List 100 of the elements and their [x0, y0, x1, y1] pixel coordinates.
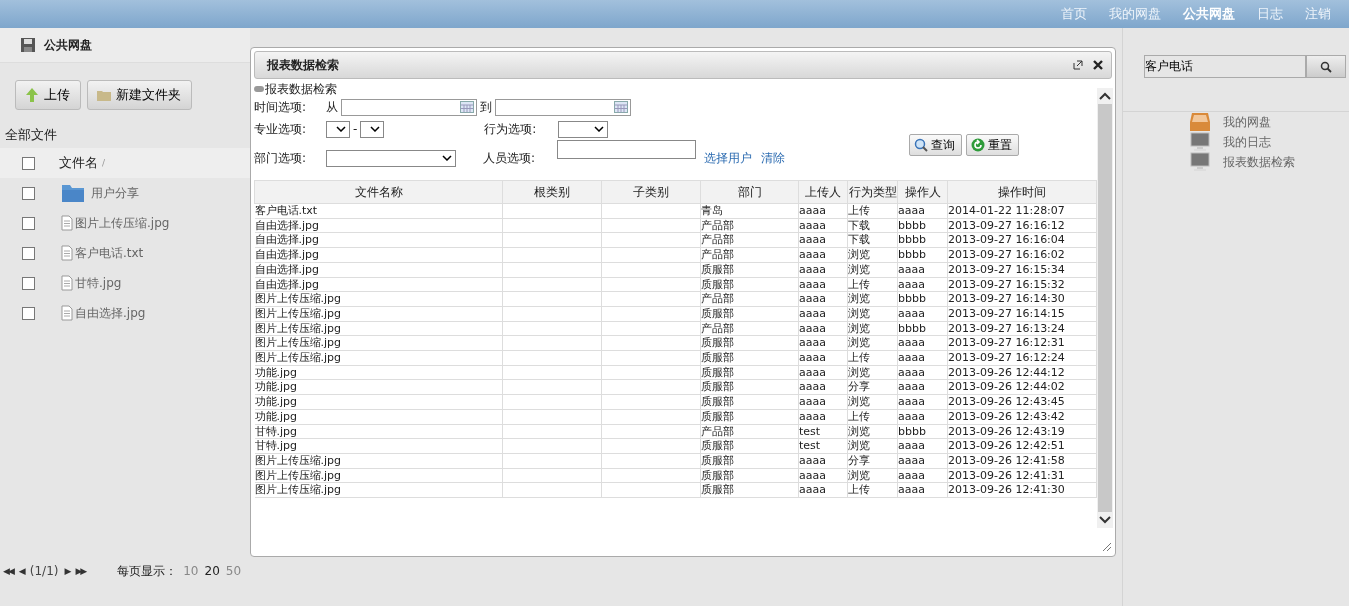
table-cell: 2013-09-26 12:41:58 [948, 453, 1065, 467]
select-all-checkbox[interactable] [22, 156, 35, 170]
page-size-link[interactable]: 20 [204, 564, 220, 578]
table-cell: aaaa [898, 204, 925, 217]
date-input[interactable] [495, 98, 631, 116]
dropdown[interactable] [360, 120, 385, 138]
table-cell: 2013-09-26 12:43:19 [948, 424, 1065, 438]
table-cell: 上传 [848, 351, 870, 365]
sidebar-link[interactable]: 我的日志 [1223, 133, 1272, 151]
search-icon [914, 138, 928, 152]
table-cell: 产品部 [701, 292, 734, 306]
table-cell: 客户电话.txt [254, 204, 318, 217]
column-header[interactable]: 操作人 [897, 180, 948, 204]
column-header[interactable]: 操作时间 [947, 180, 1097, 204]
row-checkbox[interactable] [22, 306, 35, 320]
dialog-title: 报表数据检索 [267, 56, 340, 74]
column-header[interactable]: 文件名称 [254, 180, 503, 204]
clear-link[interactable]: 清除 [761, 149, 785, 167]
row-checkbox[interactable] [22, 186, 35, 200]
table-cell: 自由选择.jpg [254, 262, 320, 276]
date-input[interactable] [341, 98, 477, 116]
column-header[interactable]: 根类别 [502, 180, 602, 204]
sidebar-link[interactable]: 我的网盘 [1223, 113, 1272, 131]
first-page-button[interactable]: ◀◀ [3, 566, 13, 576]
field-label: 部门选项: [254, 149, 308, 167]
file-name[interactable]: 自由选择.jpg [75, 304, 146, 322]
table-cell: aaaa [799, 248, 826, 262]
search-input[interactable]: 客户电话 [1144, 55, 1307, 78]
search-icon [1320, 60, 1333, 73]
table-cell: aaaa [898, 453, 925, 467]
file-name[interactable]: 图片上传压缩.jpg [75, 214, 170, 232]
inbox-icon [1189, 112, 1212, 132]
dropdown[interactable] [558, 120, 609, 138]
row-checkbox[interactable] [22, 246, 35, 260]
table-cell: bbbb [898, 321, 926, 335]
scroll-up-icon[interactable] [1099, 92, 1112, 100]
file-name[interactable]: 客户电话.txt [75, 244, 144, 262]
table-cell: aaaa [799, 292, 826, 306]
table-cell: aaaa [898, 483, 925, 497]
table-cell: 图片上传压缩.jpg [254, 292, 342, 306]
table-cell: 质服部 [701, 439, 734, 453]
last-page-button[interactable]: ▶▶ [75, 566, 86, 576]
table-cell: aaaa [898, 277, 925, 291]
file-name[interactable]: 甘特.jpg [75, 274, 122, 292]
chevron-down-icon [370, 126, 381, 132]
table-cell: 产品部 [701, 321, 734, 335]
column-header[interactable]: 部门 [700, 180, 799, 204]
column-header[interactable]: 文件名 [59, 154, 98, 172]
table-cell: test [799, 439, 821, 453]
table-cell: 产品部 [701, 233, 734, 247]
table-cell: 浏览 [848, 321, 870, 335]
next-page-button[interactable]: ▶ [64, 566, 70, 576]
table-cell: 质服部 [701, 380, 734, 394]
row-checkbox[interactable] [22, 216, 35, 230]
close-icon[interactable] [1093, 60, 1104, 70]
table-cell: 质服部 [701, 365, 734, 379]
reset-button[interactable]: 重置 [966, 134, 1019, 156]
table-cell: aaaa [799, 321, 826, 335]
table-cell: 质服部 [701, 395, 734, 409]
table-cell: 甘特.jpg [254, 439, 298, 453]
table-cell: 图片上传压缩.jpg [254, 336, 342, 350]
table-cell: 浏览 [848, 468, 870, 482]
table-cell: aaaa [799, 409, 826, 423]
previous-page-button[interactable]: ◀ [18, 566, 24, 576]
table-cell: 浏览 [848, 306, 870, 320]
column-header[interactable]: 行为类型 [847, 180, 898, 204]
field-label: 时间选项: [254, 98, 308, 116]
dropdown[interactable] [326, 120, 350, 138]
toolbar-button[interactable]: 新建文件夹 [87, 80, 192, 110]
row-checkbox[interactable] [22, 276, 35, 290]
dropdown[interactable] [326, 149, 456, 167]
table-cell: 自由选择.jpg [254, 277, 320, 291]
table-cell: 下载 [848, 233, 870, 247]
refresh-icon [971, 138, 985, 152]
table-cell: 产品部 [701, 218, 734, 232]
table-cell: 图片上传压缩.jpg [254, 351, 342, 365]
query-button[interactable]: 查询 [909, 134, 962, 156]
table-cell: 自由选择.jpg [254, 248, 320, 262]
column-header[interactable]: 子类别 [601, 180, 701, 204]
table-cell: 浏览 [848, 292, 870, 306]
table-cell: bbbb [898, 292, 926, 306]
scroll-down-icon[interactable] [1099, 516, 1112, 524]
document-icon [61, 245, 73, 261]
table-cell: 2013-09-26 12:44:02 [948, 380, 1065, 394]
table-cell: 图片上传压缩.jpg [254, 483, 342, 497]
sidebar-link[interactable]: 报表数据检索 [1223, 153, 1296, 171]
table-cell: 2014-01-22 11:28:07 [948, 204, 1065, 217]
table-cell: aaaa [799, 468, 826, 482]
column-header[interactable]: 上传人 [798, 180, 848, 204]
popout-icon[interactable] [1073, 60, 1084, 70]
person-input[interactable] [557, 140, 696, 159]
table-cell: 图片上传压缩.jpg [254, 468, 342, 482]
select-user-link[interactable]: 选择用户 [704, 149, 752, 167]
resize-grip-icon[interactable] [1102, 542, 1113, 552]
document-icon [61, 275, 73, 291]
toolbar-button[interactable]: 上传 [15, 80, 81, 110]
scrollbar[interactable] [1097, 88, 1114, 528]
file-name[interactable]: 用户分享 [91, 184, 139, 202]
search-button[interactable] [1306, 55, 1347, 78]
chevron-down-icon [442, 155, 452, 161]
